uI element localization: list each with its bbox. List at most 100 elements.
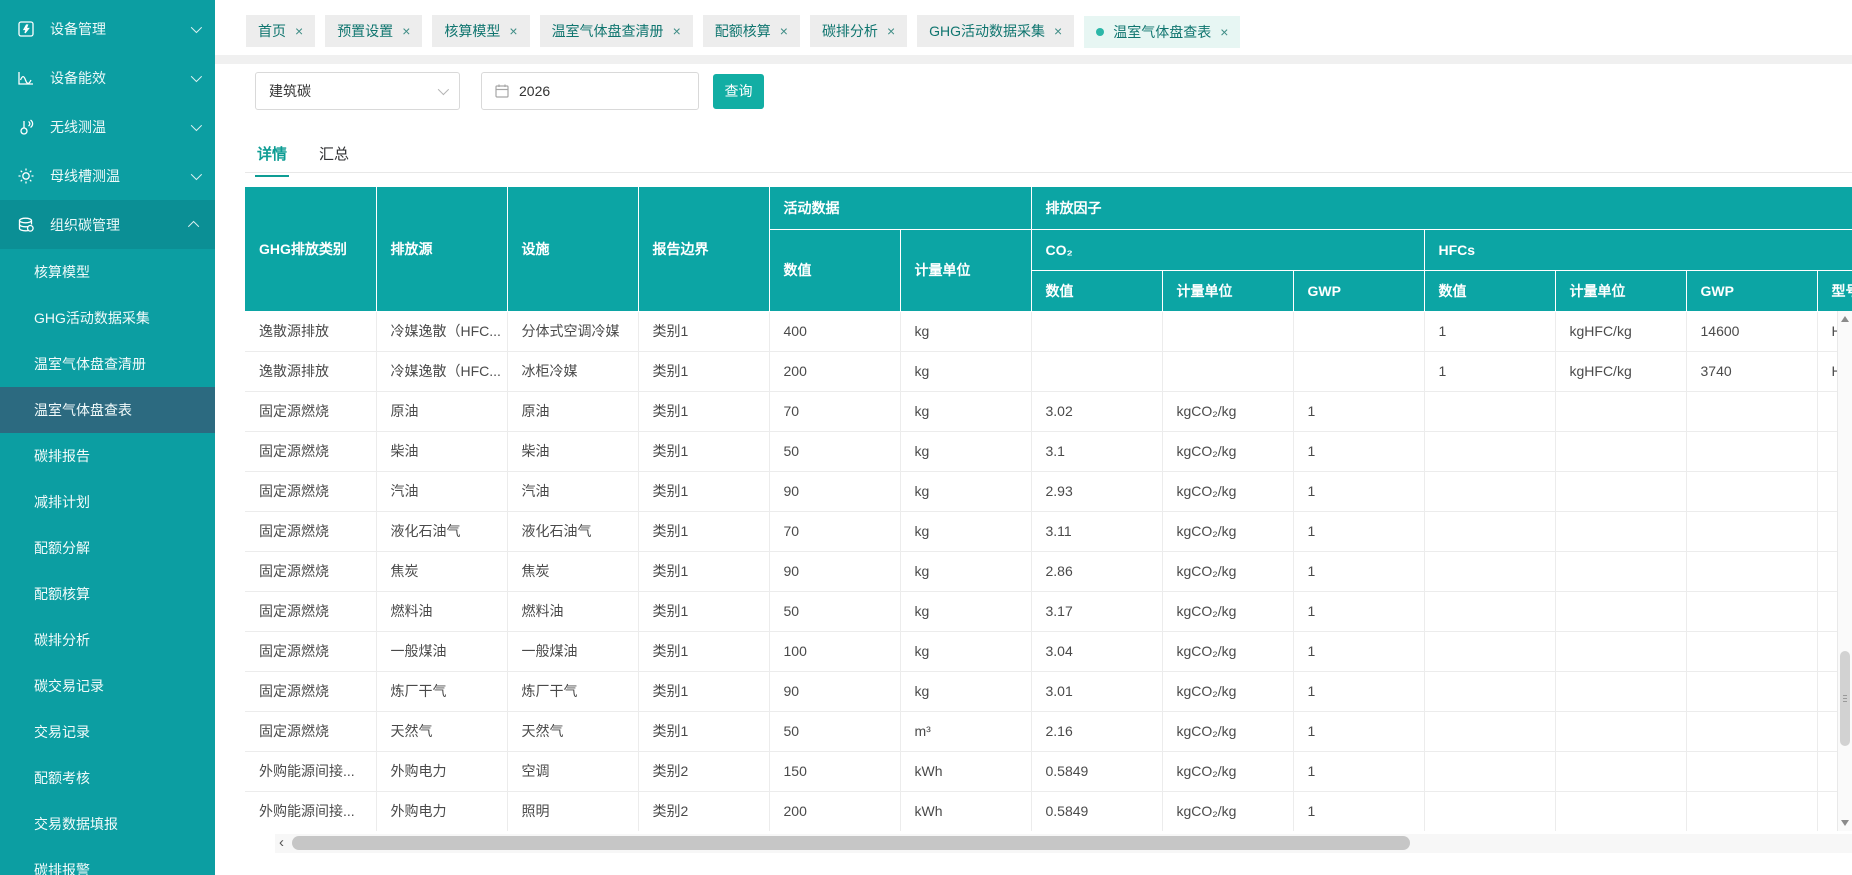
view-tab-detail[interactable]: 详情 [255,130,289,177]
table-row[interactable]: 固定源燃烧液化石油气液化石油气类别170kg3.11kgCO₂/kg1 [245,511,1852,551]
table-row[interactable]: 固定源燃烧柴油柴油类别150kg3.1kgCO₂/kg1 [245,431,1852,471]
table-cell: 90 [769,471,900,511]
table-cell: kg [900,471,1031,511]
scrollbar-grip-icon [1843,695,1847,704]
device-icon [15,18,37,40]
table-cell: 3.04 [1031,631,1162,671]
close-icon[interactable]: × [1054,24,1062,38]
tab-quota-accounting[interactable]: 配额核算× [703,15,800,47]
sidebar-item-carbon-report[interactable]: 碳排报告 [0,433,215,479]
sidebar-item-label: 无线测温 [50,117,106,137]
table-row[interactable]: 固定源燃烧焦炭焦炭类别190kg2.86kgCO₂/kg1 [245,551,1852,591]
sidebar-item-quota-assessment[interactable]: 配额考核 [0,755,215,801]
table-row[interactable]: 固定源燃烧原油原油类别170kg3.02kgCO₂/kg1 [245,391,1852,431]
table-row[interactable]: 外购能源间接...外购电力空调类别2150kWh0.5849kgCO₂/kg1 [245,751,1852,791]
sidebar-item-quota-decomposition[interactable]: 配额分解 [0,525,215,571]
tab-preset-settings[interactable]: 预置设置× [325,15,422,47]
sidebar-item-trade-data-filling[interactable]: 交易数据填报 [0,801,215,847]
table-cell [1031,351,1162,391]
sidebar-item-ghg-inventory-register[interactable]: 温室气体盘查清册 [0,341,215,387]
table-cell [1686,471,1817,511]
table-cell: 炼厂干气 [376,671,507,711]
table-cell: 炼厂干气 [507,671,638,711]
table-cell: 柴油 [376,431,507,471]
table-cell: 类别1 [638,631,769,671]
scroll-down-icon[interactable] [1841,820,1849,826]
tab-ghg-inventory-register[interactable]: 温室气体盘查清册× [540,15,693,47]
table-cell: 类别1 [638,551,769,591]
table-row[interactable]: 固定源燃烧一般煤油一般煤油类别1100kg3.04kgCO₂/kg1 [245,631,1852,671]
table-cell: 柴油 [507,431,638,471]
sidebar-item-quota-accounting[interactable]: 配额核算 [0,571,215,617]
sidebar-item-accounting-model[interactable]: 核算模型 [0,249,215,295]
table-row[interactable]: 固定源燃烧天然气天然气类别150m³2.16kgCO₂/kg1 [245,711,1852,751]
table-cell [1424,391,1555,431]
scroll-left-icon[interactable]: ‹ [275,834,288,853]
table-cell: 1 [1293,431,1424,471]
sidebar-item-wireless-temperature[interactable]: 无线测温 [0,102,215,151]
table-cell [1686,791,1817,831]
close-icon[interactable]: × [402,24,410,38]
chevron-down-icon [438,84,449,95]
table-cell [1293,311,1424,351]
table-cell: 2.86 [1031,551,1162,591]
table-row[interactable]: 固定源燃烧炼厂干气炼厂干气类别190kg3.01kgCO₂/kg1 [245,671,1852,711]
close-icon[interactable]: × [1220,25,1228,39]
vertical-scrollbar-thumb[interactable] [1840,651,1850,746]
header-group-emission-factor: 排放因子 [1031,187,1852,229]
content: 建筑碳 2026 查询 详情汇总 [215,72,1852,853]
calendar-icon [494,83,510,99]
table-row[interactable]: 外购能源间接...外购电力照明类别2200kWh0.5849kgCO₂/kg1 [245,791,1852,831]
vertical-scrollbar[interactable] [1837,311,1852,831]
sidebar-item-carbon-trade-records[interactable]: 碳交易记录 [0,663,215,709]
sidebar-item-carbon-alarm[interactable]: 碳排报警 [0,847,215,875]
header-group-hfcs: HFCs [1424,229,1852,270]
table-cell: kg [900,511,1031,551]
table-cell: m³ [900,711,1031,751]
table-row[interactable]: 逸散源排放冷媒逸散（HFC...冰柜冷媒类别1200kg1kgHFC/kg374… [245,351,1852,391]
sidebar-item-carbon-analysis[interactable]: 碳排分析 [0,617,215,663]
header-co2-unit: 计量单位 [1162,270,1293,311]
sidebar-item-busbar-temperature[interactable]: 母线槽测温 [0,151,215,200]
table-cell: 冰柜冷媒 [507,351,638,391]
query-button[interactable]: 查询 [713,74,764,109]
table-cell: 固定源燃烧 [245,471,376,511]
view-tab-summary[interactable]: 汇总 [317,130,351,175]
close-icon[interactable]: × [780,24,788,38]
table-cell: 50 [769,591,900,631]
sidebar-item-ghg-inventory-table[interactable]: 温室气体盘查表 [0,387,215,433]
table-row[interactable]: 固定源燃烧燃料油燃料油类别150kg3.17kgCO₂/kg1 [245,591,1852,631]
active-tab-dot-icon [1096,28,1104,36]
filter-row: 建筑碳 2026 查询 [245,72,1852,110]
horizontal-scrollbar[interactable]: ‹ › [275,834,1852,853]
tab-ghg-inventory-table[interactable]: 温室气体盘查表 × [1084,16,1240,48]
table-cell: kgCO₂/kg [1162,391,1293,431]
sidebar-item-device-management[interactable]: 设备管理 [0,4,215,53]
table-row[interactable]: 逸散源排放冷媒逸散（HFC...分体式空调冷媒类别1400kg1kgHFC/kg… [245,311,1852,351]
horizontal-scrollbar-thumb[interactable] [292,836,1410,850]
category-select[interactable]: 建筑碳 [255,72,460,110]
sidebar-item-ghg-activity-data[interactable]: GHG活动数据采集 [0,295,215,341]
tab-label: 温室气体盘查表 [1113,22,1211,42]
table-row[interactable]: 固定源燃烧汽油汽油类别190kg2.93kgCO₂/kg1 [245,471,1852,511]
table-cell: 1 [1293,551,1424,591]
close-icon[interactable]: × [887,24,895,38]
header-group-co2: CO₂ [1031,229,1424,270]
sidebar-item-device-efficiency[interactable]: 设备能效 [0,53,215,102]
year-input[interactable]: 2026 [481,72,699,110]
tab-carbon-analysis[interactable]: 碳排分析× [810,15,907,47]
sidebar-item-trade-records[interactable]: 交易记录 [0,709,215,755]
table-cell: 汽油 [376,471,507,511]
close-icon[interactable]: × [673,24,681,38]
table-cell: 3.01 [1031,671,1162,711]
tab-ghg-activity-data[interactable]: GHG活动数据采集× [917,15,1074,47]
close-icon[interactable]: × [509,24,517,38]
header-co2-value: 数值 [1031,270,1162,311]
category-select-value: 建筑碳 [269,81,311,101]
sidebar-item-organization-carbon[interactable]: 组织碳管理 [0,200,215,249]
sidebar-item-reduction-plan[interactable]: 减排计划 [0,479,215,525]
tab-home[interactable]: 首页× [246,15,315,47]
close-icon[interactable]: × [295,24,303,38]
scroll-up-icon[interactable] [1841,316,1849,322]
tab-accounting-model[interactable]: 核算模型× [432,15,529,47]
